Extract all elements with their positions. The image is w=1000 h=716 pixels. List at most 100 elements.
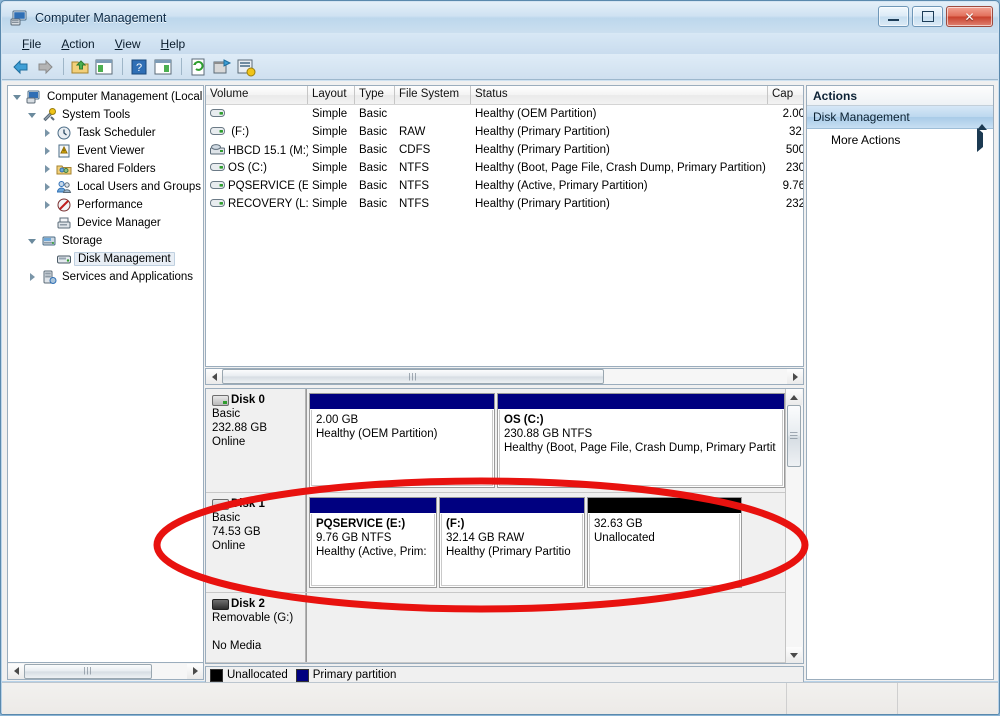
scroll-thumb[interactable]: ||| — [24, 663, 152, 679]
partition-block[interactable]: (F:) 32.14 GB RAW Healthy (Primary Partiti… — [439, 497, 585, 588]
forward-icon[interactable] — [34, 56, 56, 78]
scroll-up-arrow[interactable] — [786, 389, 802, 405]
scroll-track[interactable]: ||| — [222, 369, 787, 384]
partition-name-label: PQSERVICE (E:) — [316, 518, 406, 530]
volume-row[interactable]: Simple Basic Healthy (OEM Partition) 2.00 — [206, 105, 803, 123]
menu-item-file[interactable]: File — [12, 35, 51, 53]
properties-icon[interactable] — [211, 56, 233, 78]
legend-label: Primary partition — [312, 669, 397, 681]
tree-node-performance[interactable]: Performance — [8, 196, 203, 214]
volume-row[interactable]: PQSERVICE (E:) Simple Basic NTFS Healthy (Ac… — [206, 177, 803, 195]
tree-node-storage[interactable]: Storage — [8, 232, 203, 250]
tree-node-device-manager[interactable]: Device Manager — [8, 214, 203, 232]
column-header-type[interactable]: Type — [355, 86, 395, 104]
volume-row[interactable]: RECOVERY (L:) Simple Basic NTFS Healthy (Pri… — [206, 195, 803, 213]
tree-horizontal-scrollbar[interactable]: ||| — [7, 663, 204, 680]
volume-name-cell — [206, 108, 308, 120]
up-folder-icon[interactable] — [69, 56, 91, 78]
rescan-disks-icon[interactable] — [235, 56, 257, 78]
tree-node-disk-management[interactable]: Disk Management — [8, 250, 203, 268]
show-hide-action-pane-icon[interactable] — [152, 56, 174, 78]
scroll-right-arrow[interactable] — [187, 663, 203, 679]
back-icon[interactable] — [10, 56, 32, 78]
action-item-more-actions[interactable]: More Actions — [807, 128, 993, 152]
refresh-icon[interactable] — [187, 56, 209, 78]
maximize-button[interactable] — [912, 6, 943, 27]
help-icon[interactable]: ? — [128, 56, 150, 78]
tree-node-label: System Tools — [62, 109, 131, 121]
column-header-cap[interactable]: Cap — [768, 86, 803, 104]
partition-block[interactable]: 2.00 GB Healthy (OEM Partition) — [309, 393, 495, 488]
column-header-volume[interactable]: Volume — [206, 86, 308, 104]
volume-type-cell: Basic — [359, 108, 388, 120]
partition-block[interactable]: OS (C:) 230.88 GB NTFS Healthy (Boot, Page… — [497, 393, 785, 488]
volume-name-cell: RECOVERY (L:) — [206, 198, 308, 210]
graphical-view-vertical-scrollbar[interactable]: ||| — [785, 389, 803, 663]
services-icon — [41, 269, 57, 285]
column-header-layout[interactable]: Layout — [308, 86, 355, 104]
column-header-status[interactable]: Status — [471, 86, 768, 104]
volume-capacity-cell: 32. — [789, 126, 804, 138]
submenu-caret-icon[interactable] — [977, 128, 983, 152]
volume-list-horizontal-scrollbar[interactable]: ||| — [205, 368, 804, 385]
menu-item-view[interactable]: View — [105, 35, 151, 53]
disk-header[interactable]: Disk 2 Removable (G:) No Media — [206, 593, 306, 662]
column-header-file-system[interactable]: File System — [395, 86, 471, 104]
actions-group-disk-management[interactable]: Disk Management — [807, 106, 993, 130]
scroll-track[interactable]: ||| — [24, 663, 187, 679]
collapse-arrow-icon[interactable] — [27, 109, 40, 122]
computer-management-window: Computer Management ✕ File Action View H… — [0, 0, 1000, 715]
scroll-thumb[interactable]: ||| — [222, 369, 604, 384]
disk-no-media-area — [306, 593, 788, 662]
close-button[interactable]: ✕ — [946, 6, 993, 27]
toolbar-separator — [63, 58, 64, 75]
tree-node-task-scheduler[interactable]: Task Scheduler — [8, 124, 203, 142]
disk-state-label: Online — [212, 540, 246, 552]
tree-node-services-and-applications[interactable]: Services and Applications — [8, 268, 203, 286]
show-hide-tree-icon[interactable] — [93, 56, 115, 78]
removable-disk-icon — [212, 598, 229, 610]
scroll-track[interactable]: ||| — [786, 405, 803, 647]
tree-node-computer-management-local[interactable]: Computer Management (Local — [8, 88, 203, 106]
tree-node-label: Storage — [62, 235, 103, 247]
tree-node-local-users-and-groups[interactable]: Local Users and Groups — [8, 178, 203, 196]
volume-row[interactable]: HBCD 15.1 (M:) Simple Basic CDFS Healthy (Pr… — [206, 141, 803, 159]
disk-header[interactable]: Disk 1 Basic 74.53 GB Online — [206, 493, 306, 592]
scroll-right-arrow[interactable] — [787, 369, 803, 384]
partition-size-label: 32.63 GB — [594, 518, 643, 530]
partition-color-bar — [498, 394, 784, 409]
collapse-arrow-icon[interactable] — [12, 91, 25, 104]
volume-row[interactable]: (F:) Simple Basic RAW Healthy (Primary Parti… — [206, 123, 803, 141]
tree-node-event-viewer[interactable]: Event Viewer — [8, 142, 203, 160]
disk-header[interactable]: Disk 0 Basic 232.88 GB Online — [206, 389, 306, 492]
volume-row[interactable]: OS (C:) Simple Basic NTFS Healthy (Boot, Pag… — [206, 159, 803, 177]
tree-node-system-tools[interactable]: System Tools — [8, 106, 203, 124]
scroll-left-arrow[interactable] — [206, 369, 222, 384]
tree-node-label: Computer Management (Local — [47, 91, 203, 103]
expand-arrow-icon[interactable] — [42, 163, 55, 176]
partition-block[interactable]: PQSERVICE (E:) 9.76 GB NTFS Healthy (Activ… — [309, 497, 437, 588]
menu-item-action[interactable]: Action — [51, 35, 104, 53]
expand-arrow-icon[interactable] — [42, 145, 55, 158]
volume-status-cell: Healthy (Primary Partition) — [475, 126, 610, 138]
expand-arrow-icon[interactable] — [42, 127, 55, 140]
scroll-left-arrow[interactable] — [8, 663, 24, 679]
disk-row-disk-2[interactable]: Disk 2 Removable (G:) No Media — [206, 593, 788, 663]
collapse-caret-icon[interactable] — [977, 110, 987, 130]
volume-list-pane: Volume Layout Type File System Status Cap Sim… — [205, 85, 804, 367]
disk-row-disk-0[interactable]: Disk 0 Basic 232.88 GB Online 2.00 GB Healthy… — [206, 389, 788, 493]
volume-name-cell: HBCD 15.1 (M:) — [206, 143, 308, 157]
expand-arrow-icon[interactable] — [42, 181, 55, 194]
expand-arrow-icon[interactable] — [27, 271, 40, 284]
volume-status-cell: Healthy (Boot, Page File, Crash Dump, Pr… — [475, 162, 766, 174]
disk-size-label: 232.88 GB — [212, 422, 267, 434]
tree-node-shared-folders[interactable]: Shared Folders — [8, 160, 203, 178]
disk-row-disk-1[interactable]: Disk 1 Basic 74.53 GB Online PQSERVICE (E:) 9… — [206, 493, 788, 593]
collapse-arrow-icon[interactable] — [27, 235, 40, 248]
expand-arrow-icon[interactable] — [42, 199, 55, 212]
minimize-button[interactable] — [878, 6, 909, 27]
partition-block[interactable]: 32.63 GB Unallocated — [587, 497, 742, 588]
scroll-down-arrow[interactable] — [786, 647, 802, 663]
scroll-thumb[interactable]: ||| — [787, 405, 801, 467]
menu-item-help[interactable]: Help — [151, 35, 196, 53]
